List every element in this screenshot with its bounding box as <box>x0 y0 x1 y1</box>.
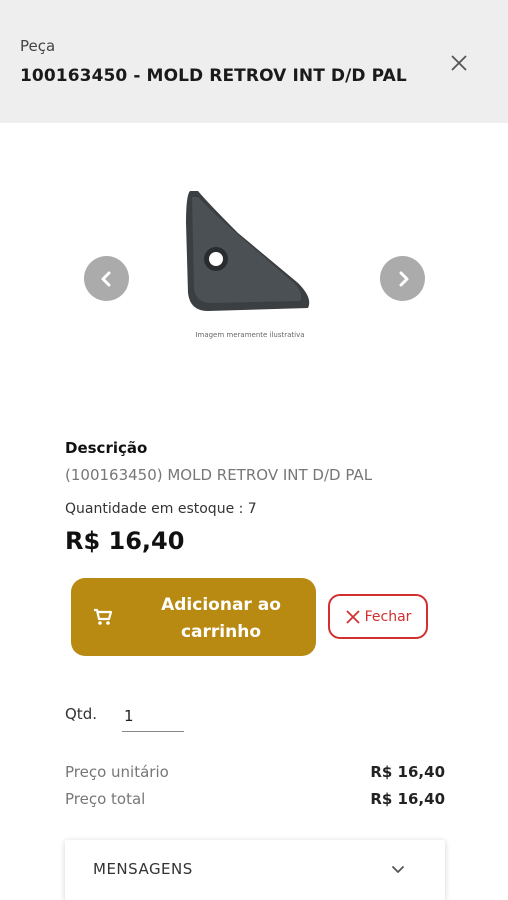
product-price: R$ 16,40 <box>65 527 185 555</box>
chevron-down-icon <box>392 866 404 873</box>
cart-icon <box>94 608 113 625</box>
previous-image-button[interactable] <box>84 256 129 301</box>
quantity-label: Qtd. <box>65 705 97 723</box>
next-image-button[interactable] <box>380 256 425 301</box>
total-price-label: Preço total <box>65 790 146 808</box>
total-price-value: R$ 16,40 <box>370 790 445 808</box>
part-title: 100163450 - MOLD RETROV INT D/D PAL <box>20 66 407 86</box>
stock-quantity: Quantidade em estoque : 7 <box>65 501 257 517</box>
chevron-right-icon <box>399 271 408 286</box>
chevron-left-icon <box>101 271 110 286</box>
messages-accordion[interactable]: MENSAGENS <box>65 840 445 900</box>
unit-price-row: Preço unitário R$ 16,40 <box>65 763 445 781</box>
product-image <box>186 191 310 311</box>
stock-value: 7 <box>247 501 257 517</box>
item-kind-label: Peça <box>20 37 56 55</box>
messages-label: MENSAGENS <box>93 860 193 878</box>
image-caption: Imagem meramente ilustrativa <box>195 331 305 339</box>
quantity-input[interactable] <box>122 700 184 732</box>
stock-label: Quantidade em estoque : <box>65 501 244 517</box>
image-gallery: Imagem meramente ilustrativa <box>0 123 508 413</box>
unit-price-value: R$ 16,40 <box>370 763 445 781</box>
add-to-cart-button[interactable]: Adicionar ao carrinho <box>71 578 316 656</box>
unit-price-label: Preço unitário <box>65 763 169 781</box>
close-button[interactable]: Fechar <box>328 594 428 639</box>
close-button-label: Fechar <box>364 608 412 625</box>
close-icon[interactable] <box>446 50 472 76</box>
description-heading: Descrição <box>65 439 148 457</box>
description-text: (100163450) MOLD RETROV INT D/D PAL <box>65 466 373 484</box>
close-icon <box>345 609 360 624</box>
modal-header: Peça 100163450 - MOLD RETROV INT D/D PAL <box>0 0 508 123</box>
total-price-row: Preço total R$ 16,40 <box>65 790 445 808</box>
add-to-cart-label: Adicionar ao carrinho <box>161 595 281 642</box>
